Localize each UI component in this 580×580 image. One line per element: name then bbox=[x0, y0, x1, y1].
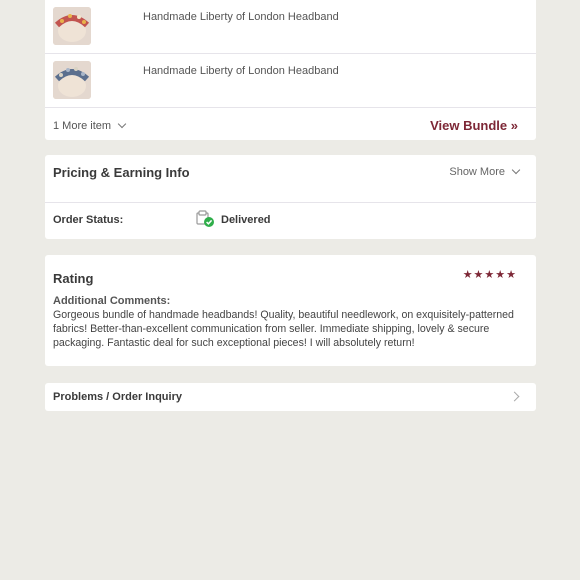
delivered-check-icon bbox=[196, 210, 215, 228]
pricing-card: Pricing & Earning Info Show More Order S… bbox=[45, 155, 536, 239]
item-thumbnail[interactable] bbox=[53, 7, 91, 45]
item-title[interactable]: Handmade Liberty of London Headband bbox=[143, 65, 339, 77]
list-item[interactable]: Handmade Liberty of London Headband bbox=[45, 0, 536, 54]
rating-title: Rating bbox=[53, 271, 94, 286]
item-title[interactable]: Handmade Liberty of London Headband bbox=[143, 11, 339, 23]
chevron-right-icon bbox=[509, 391, 520, 402]
comments-text: Gorgeous bundle of handmade headbands! Q… bbox=[53, 309, 514, 349]
list-item[interactable]: Handmade Liberty of London Headband bbox=[45, 54, 536, 108]
more-items-label: 1 More item bbox=[53, 120, 112, 132]
view-bundle-link[interactable]: View Bundle » bbox=[430, 118, 518, 133]
chevron-down-icon bbox=[117, 119, 127, 129]
bundle-items-card: Handmade Liberty of London Headband Hand… bbox=[45, 0, 536, 140]
bundle-footer: 1 More item View Bundle » bbox=[45, 108, 536, 142]
show-more-button[interactable]: Show More bbox=[449, 165, 521, 178]
pricing-title: Pricing & Earning Info bbox=[53, 165, 190, 180]
show-more-label: Show More bbox=[449, 166, 505, 178]
more-items-toggle[interactable]: 1 More item bbox=[53, 119, 127, 132]
divider bbox=[45, 202, 536, 203]
problems-label: Problems / Order Inquiry bbox=[53, 391, 182, 403]
problems-order-inquiry-row[interactable]: Problems / Order Inquiry bbox=[45, 383, 536, 411]
chevron-down-icon bbox=[511, 165, 521, 175]
item-thumbnail[interactable] bbox=[53, 61, 91, 99]
order-status-label: Order Status: bbox=[53, 214, 124, 226]
rating-card: Rating ★★★★★ Additional Comments: Gorgeo… bbox=[45, 255, 536, 366]
star-rating: ★★★★★ bbox=[462, 269, 517, 281]
order-status-value: Delivered bbox=[221, 214, 271, 226]
comments-label: Additional Comments: bbox=[53, 295, 171, 307]
